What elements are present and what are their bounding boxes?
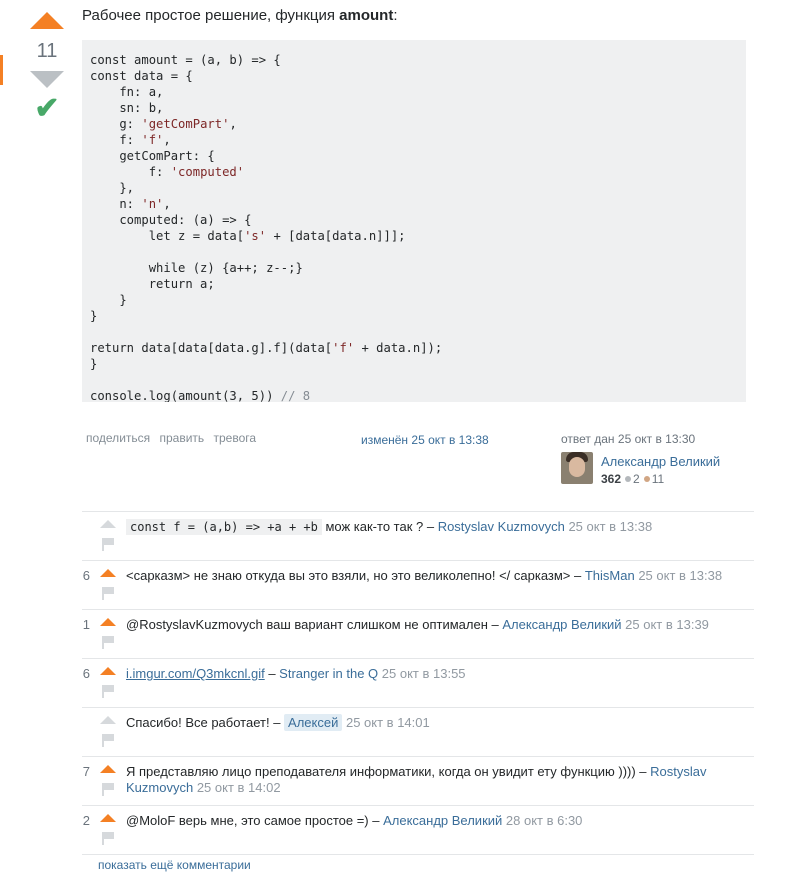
comment-flag-icon[interactable] <box>102 636 114 649</box>
silver-badge-icon <box>625 476 632 483</box>
comment-flag-icon[interactable] <box>102 832 114 845</box>
comment-score: 6 <box>82 666 90 681</box>
comment-body: @MoloF верь мне, это самое простое =) – … <box>126 813 736 829</box>
comment-score: 7 <box>82 764 90 779</box>
vote-panel: 11 ✔ <box>30 12 64 124</box>
comment-text: мож как-то так ? – <box>321 519 438 534</box>
accepted-check-icon: ✔ <box>34 92 60 125</box>
comment-upvote-icon[interactable] <box>100 667 116 675</box>
downvote-button[interactable] <box>30 71 64 88</box>
comment-user-link[interactable]: Александр Великий <box>502 617 621 632</box>
comment-date[interactable]: 28 окт в 6:30 <box>502 813 583 828</box>
silver-badge-count: 2 <box>633 472 640 486</box>
comment-text: Я представляю лицо преподавателя информа… <box>126 764 651 779</box>
comment-text: <сарказм> не знаю откуда вы это взяли, н… <box>126 568 585 583</box>
comment-score: 2 <box>82 813 90 828</box>
comment-score: 6 <box>82 568 90 583</box>
comment-user-link[interactable]: Stranger in the Q <box>279 666 378 681</box>
comment-body: @RostyslavKuzmovych ваш вариант слишком … <box>126 617 736 633</box>
comment-date[interactable]: 25 окт в 13:39 <box>622 617 709 632</box>
comment-text: @MoloF верь мне, это самое простое =) – <box>126 813 384 828</box>
comment-date[interactable]: 25 окт в 13:38 <box>565 519 652 534</box>
avatar[interactable] <box>561 452 593 484</box>
bronze-badge-icon <box>643 476 650 483</box>
comment-text: @RostyslavKuzmovych ваш вариант слишком … <box>126 617 503 632</box>
user-reputation: 362 2 11 <box>601 472 664 486</box>
comment-body: <сарказм> не знаю откуда вы это взяли, н… <box>126 568 736 584</box>
user-name-link[interactable]: Александр Великий <box>601 454 720 469</box>
comment-code: const f = (a,b) => +a + +b <box>126 519 322 535</box>
comment-date[interactable]: 25 окт в 14:02 <box>193 780 281 795</box>
intro-suffix: : <box>393 7 398 24</box>
comment-flag-icon[interactable] <box>102 734 114 747</box>
comment-body: const f = (a,b) => +a + +b мож как-то та… <box>126 519 736 535</box>
comment-text: Спасибо! Все работает! – <box>126 715 285 730</box>
edit-link[interactable]: править <box>159 431 204 445</box>
comment-flag-icon[interactable] <box>102 685 114 698</box>
code-block: const amount = (a, b) => { const data = … <box>82 40 746 402</box>
comment-upvote-icon[interactable] <box>100 765 116 773</box>
user-signature: ответ дан 25 окт в 13:30 Александр Велик… <box>561 432 751 486</box>
comment-item: const f = (a,b) => +a + +b мож как-то та… <box>82 512 754 561</box>
intro-bold: amount <box>339 7 394 24</box>
comment-item: 6 i.imgur.com/Q3mkcnl.gif – Stranger in … <box>82 659 754 708</box>
comment-body: i.imgur.com/Q3mkcnl.gif – Stranger in th… <box>126 666 736 682</box>
comment-flag-icon[interactable] <box>102 783 114 796</box>
comment-upvote-icon[interactable] <box>100 814 116 822</box>
intro-text: Рабочее простое решение, функция <box>82 7 340 24</box>
share-link[interactable]: поделиться <box>86 431 150 445</box>
comment-item: 6 <сарказм> не знаю откуда вы это взяли,… <box>82 561 754 610</box>
comment-date[interactable]: 25 окт в 13:38 <box>635 568 722 583</box>
comment-upvote-icon[interactable] <box>100 716 116 724</box>
comment-text: – <box>264 666 280 681</box>
comment-item: Спасибо! Все работает! – Алексей 25 окт … <box>82 708 754 757</box>
comment-flag-icon[interactable] <box>102 538 114 551</box>
post-menu: поделиться править тревога <box>86 431 262 445</box>
comment-flag-icon[interactable] <box>102 587 114 600</box>
comment-user-link[interactable]: Rostyslav Kuzmovych <box>438 519 565 534</box>
comment-user-link[interactable]: Александр Великий <box>383 813 502 828</box>
comment-body: Спасибо! Все работает! – Алексей 25 окт … <box>126 714 736 731</box>
comment-item: 1 @RostyslavKuzmovych ваш вариант слишко… <box>82 610 754 659</box>
comment-body: Я представляю лицо преподавателя информа… <box>126 764 736 796</box>
show-more-comments-link[interactable]: показать ещё комментарии <box>98 858 251 872</box>
comment-item: 2 @MoloF верь мне, это самое простое =) … <box>82 806 754 855</box>
comment-upvote-icon[interactable] <box>100 569 116 577</box>
edited-link[interactable]: изменён 25 окт в 13:38 <box>361 433 489 447</box>
comment-upvote-icon[interactable] <box>100 520 116 528</box>
answer-intro: Рабочее простое решение, функция amount: <box>82 7 398 24</box>
flag-link[interactable]: тревога <box>214 431 257 445</box>
comment-date[interactable]: 25 окт в 13:55 <box>378 666 466 681</box>
answered-date: ответ дан 25 окт в 13:30 <box>561 432 696 446</box>
comment-external-link[interactable]: i.imgur.com/Q3mkcnl.gif <box>126 666 265 681</box>
comment-upvote-icon[interactable] <box>100 618 116 626</box>
bronze-badge-count: 11 <box>651 472 665 486</box>
vote-count: 11 <box>36 40 58 62</box>
reputation-score: 362 <box>601 472 622 486</box>
comments-list: const f = (a,b) => +a + +b мож как-то та… <box>82 511 754 855</box>
comment-item: 7 Я представляю лицо преподавателя инфор… <box>82 757 754 806</box>
comment-date[interactable]: 25 окт в 14:01 <box>342 715 430 730</box>
upvote-button[interactable] <box>30 12 64 29</box>
accent-bar <box>0 55 3 85</box>
comment-score: 1 <box>82 617 90 632</box>
comment-user-link[interactable]: Алексей <box>284 714 343 731</box>
comment-user-link[interactable]: ThisMan <box>585 568 635 583</box>
